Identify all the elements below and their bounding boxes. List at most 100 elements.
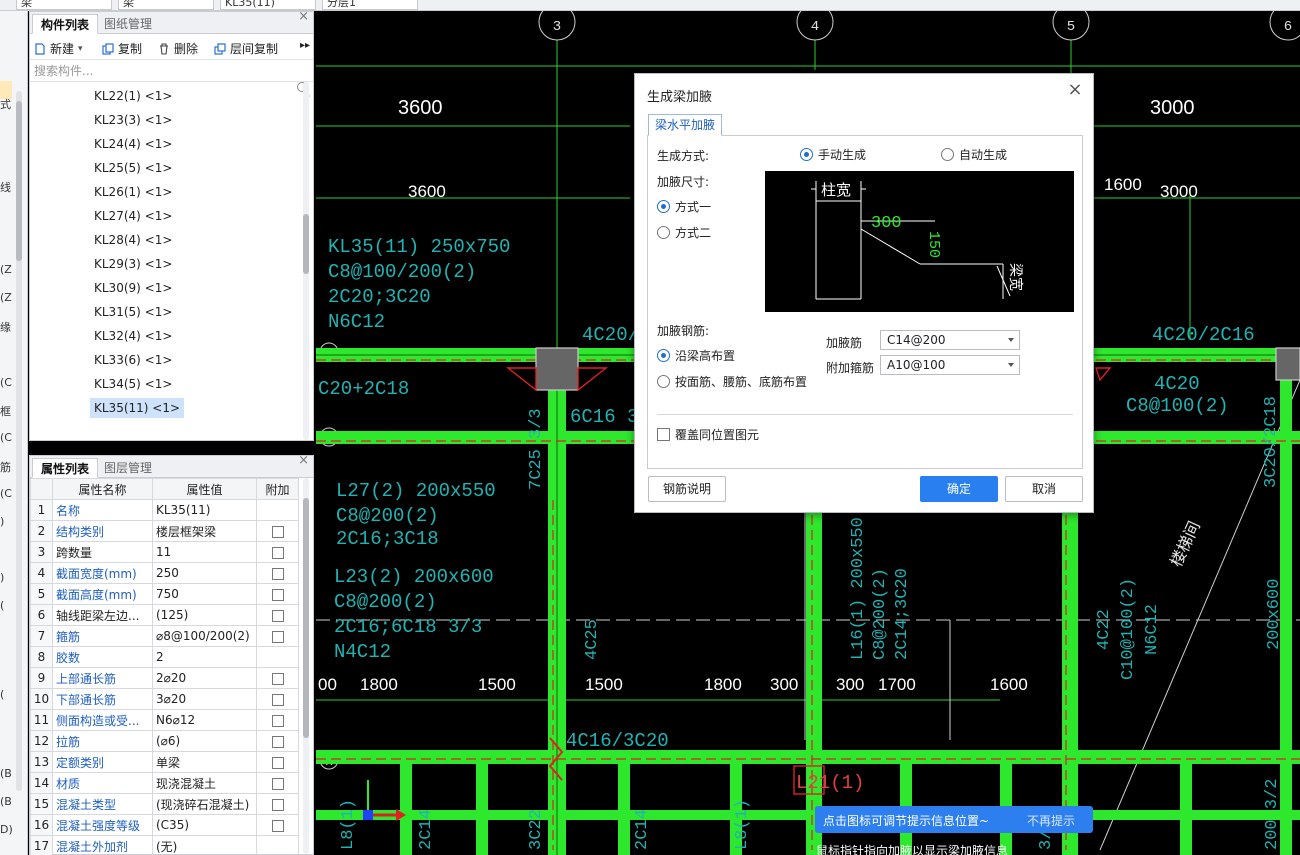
extra-checkbox[interactable] bbox=[271, 777, 284, 790]
extra-checkbox[interactable] bbox=[271, 672, 284, 685]
property-row[interactable]: 15 混凝土类型 (现浇碎石混凝土) bbox=[30, 793, 299, 815]
rebar-by-layers-radio[interactable]: 按面筋、腰筋、底筋布置 bbox=[657, 373, 807, 390]
method-manual-radio[interactable]: 手动生成 bbox=[800, 146, 866, 163]
more-tools-button[interactable]: ▸▸ bbox=[300, 40, 310, 51]
property-row[interactable]: 16 混凝土强度等级 (C35) bbox=[30, 814, 299, 836]
left-strip-item[interactable]: (C bbox=[0, 376, 14, 389]
dont-show-again-link[interactable]: 不再提示 bbox=[1027, 812, 1075, 829]
extra-stirrup-select[interactable]: A10@100 bbox=[880, 355, 1020, 375]
property-row[interactable]: 14 材质 现浇混凝土 bbox=[30, 772, 299, 794]
element-subtype-select[interactable]: 梁 bbox=[118, 0, 214, 10]
method-auto-radio[interactable]: 自动生成 bbox=[941, 146, 1007, 163]
new-button[interactable]: 新建 ▾ bbox=[34, 40, 83, 57]
extra-checkbox[interactable] bbox=[271, 567, 284, 580]
haunch-bar-select[interactable]: C14@200 bbox=[880, 330, 1020, 350]
close-icon[interactable]: × bbox=[1065, 80, 1085, 100]
component-list-item[interactable]: KL29(3) <1> bbox=[90, 254, 176, 274]
element-type-select[interactable]: 梁 bbox=[16, 0, 112, 10]
component-list-item[interactable]: KL30(9) <1> bbox=[90, 278, 176, 298]
tab-horizontal-haunch[interactable]: 梁水平加腋 bbox=[648, 114, 723, 136]
property-value[interactable]: 750 bbox=[152, 583, 257, 605]
property-value[interactable]: 现浇混凝土 bbox=[152, 772, 257, 794]
tab-layer-manage[interactable]: 图层管理 bbox=[96, 458, 160, 478]
component-list-item[interactable]: KL23(3) <1> bbox=[90, 110, 176, 130]
extra-checkbox[interactable] bbox=[271, 693, 284, 706]
component-list-item[interactable]: KL27(4) <1> bbox=[90, 206, 176, 226]
left-strip-item[interactable]: (B bbox=[0, 795, 14, 808]
confirm-button[interactable]: 确定 bbox=[920, 476, 998, 502]
delete-button[interactable]: 删除 bbox=[158, 40, 198, 57]
property-row[interactable]: 13 定额类别 单梁 bbox=[30, 751, 299, 773]
override-same-position-checkbox[interactable]: 覆盖同位置图元 bbox=[657, 426, 759, 443]
property-value[interactable]: N6⌀12 bbox=[152, 709, 257, 731]
property-value[interactable]: 250 bbox=[152, 562, 257, 584]
tab-drawing-manage[interactable]: 图纸管理 bbox=[96, 14, 160, 34]
left-strip-item[interactable]: D) bbox=[0, 823, 14, 836]
property-value[interactable]: (现浇碎石混凝土) bbox=[152, 793, 257, 815]
extra-checkbox[interactable] bbox=[271, 525, 284, 538]
property-value[interactable]: KL35(11) bbox=[152, 499, 257, 521]
extra-checkbox[interactable] bbox=[271, 756, 284, 769]
extra-checkbox[interactable] bbox=[271, 819, 284, 832]
component-list-item[interactable]: KL25(5) <1> bbox=[90, 158, 176, 178]
size-option1-radio[interactable]: 方式一 bbox=[657, 198, 711, 215]
rebar-along-height-radio[interactable]: 沿梁高布置 bbox=[657, 347, 735, 364]
property-value[interactable]: ⌀8@100/200(2) bbox=[152, 625, 257, 647]
left-strip-item[interactable]: ) bbox=[0, 571, 14, 584]
left-strip-item[interactable]: (Z bbox=[0, 263, 14, 276]
property-value[interactable]: 11 bbox=[152, 541, 257, 563]
property-row[interactable]: 8 胶数 2 bbox=[30, 646, 299, 668]
component-search-input[interactable]: 搜索构件... bbox=[30, 60, 313, 82]
property-value[interactable]: (无) bbox=[152, 835, 257, 855]
property-row[interactable]: 6 轴线距梁左边... (125) bbox=[30, 604, 299, 626]
left-strip-item[interactable]: ) bbox=[0, 515, 14, 528]
floor-copy-button[interactable]: 层间复制 bbox=[214, 40, 278, 57]
property-row[interactable]: 17 混凝土外加剂 (无) bbox=[30, 835, 299, 855]
left-strip-item[interactable]: 式 bbox=[0, 96, 14, 112]
extra-checkbox[interactable] bbox=[271, 588, 284, 601]
extra-checkbox[interactable] bbox=[271, 630, 284, 643]
component-list-item[interactable]: KL33(6) <1> bbox=[90, 350, 176, 370]
property-row[interactable]: 9 上部通长筋 2⌀20 bbox=[30, 667, 299, 689]
close-icon[interactable]: × bbox=[298, 9, 309, 24]
copy-button[interactable]: 复制 bbox=[102, 40, 142, 57]
rebar-help-button[interactable]: 钢筋说明 bbox=[648, 476, 726, 502]
component-list-item[interactable]: KL31(5) <1> bbox=[90, 302, 176, 322]
left-strip-item[interactable]: (C bbox=[0, 487, 14, 500]
left-strip-item[interactable]: (C bbox=[0, 431, 14, 444]
component-list-item[interactable]: KL34(5) <1> bbox=[90, 374, 176, 394]
tab-property-list[interactable]: 属性列表 bbox=[32, 458, 99, 478]
component-list-item[interactable]: KL28(4) <1> bbox=[90, 230, 176, 250]
hint-tooltip[interactable]: 点击图标可调节提示信息位置~ 不再提示 bbox=[815, 806, 1093, 833]
property-row[interactable]: 7 箍筋 ⌀8@100/200(2) bbox=[30, 625, 299, 647]
left-strip-scrollbar[interactable] bbox=[16, 91, 22, 791]
property-value[interactable]: 2⌀20 bbox=[152, 667, 257, 689]
property-row[interactable]: 4 截面宽度(mm) 250 bbox=[30, 562, 299, 584]
close-icon[interactable]: × bbox=[298, 453, 309, 468]
property-value[interactable]: 单梁 bbox=[152, 751, 257, 773]
extra-checkbox[interactable] bbox=[271, 609, 284, 622]
left-strip-item[interactable]: 线 bbox=[0, 179, 14, 195]
component-list-item[interactable]: KL26(1) <1> bbox=[90, 182, 176, 202]
property-row[interactable]: 5 截面高度(mm) 750 bbox=[30, 583, 299, 605]
extra-checkbox[interactable] bbox=[271, 546, 284, 559]
cancel-button[interactable]: 取消 bbox=[1005, 476, 1083, 502]
component-list-item[interactable]: KL24(4) <1> bbox=[90, 134, 176, 154]
property-row[interactable]: 3 跨数量 11 bbox=[30, 541, 299, 563]
left-strip-item[interactable]: (B bbox=[0, 767, 14, 780]
property-value[interactable]: 楼层框架梁 bbox=[152, 520, 257, 542]
extra-checkbox[interactable] bbox=[271, 714, 284, 727]
property-value[interactable]: (125) bbox=[152, 604, 257, 626]
component-list-scrollbar[interactable] bbox=[303, 82, 309, 440]
component-list-item[interactable]: KL35(11) <1> bbox=[90, 398, 185, 418]
property-value[interactable]: (⌀6) bbox=[152, 730, 257, 752]
layer-select[interactable]: 分层1 bbox=[322, 0, 418, 10]
extra-checkbox[interactable] bbox=[271, 735, 284, 748]
property-row[interactable]: 11 侧面构造或受... N6⌀12 bbox=[30, 709, 299, 731]
component-list-item[interactable]: KL22(1) <1> bbox=[90, 86, 176, 106]
left-strip-item[interactable]: 缘 bbox=[0, 319, 14, 335]
left-strip-item[interactable]: 筋 bbox=[0, 459, 14, 475]
dropdown-arrow-icon[interactable]: ▾ bbox=[78, 44, 83, 54]
tab-component-list[interactable]: 构件列表 bbox=[32, 14, 99, 34]
property-value[interactable]: 2 bbox=[152, 646, 257, 668]
